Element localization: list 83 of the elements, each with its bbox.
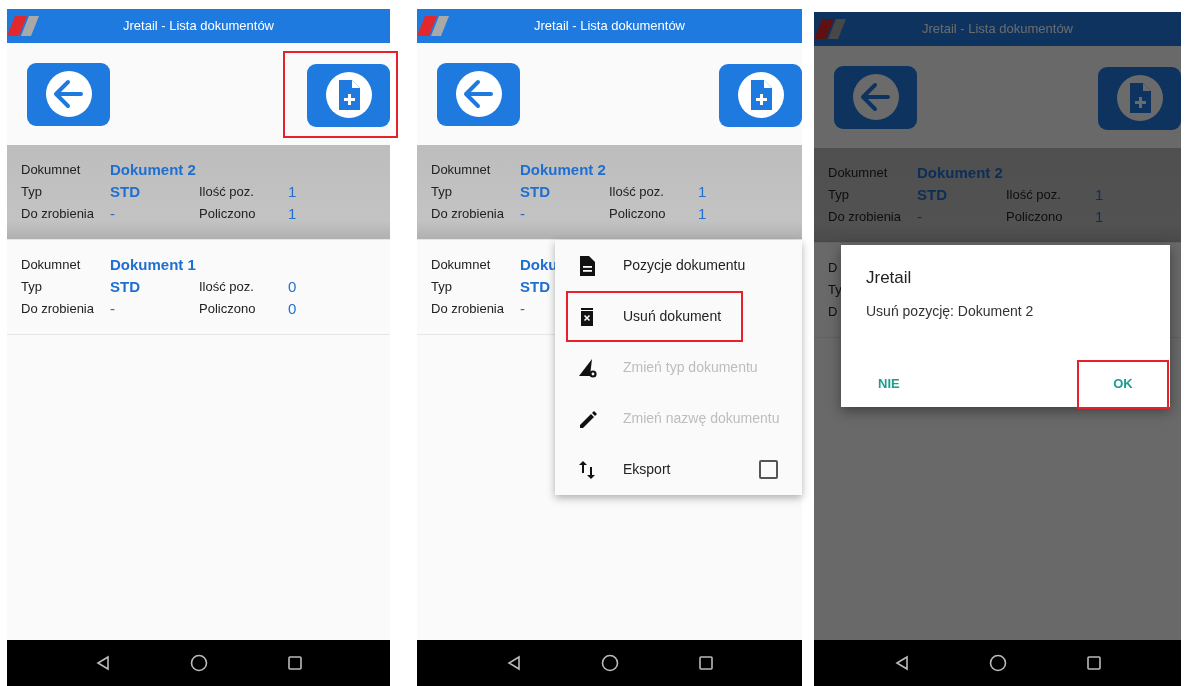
document-type: STD [110, 181, 140, 202]
document-plus-icon [735, 70, 786, 120]
back-triangle-icon [95, 655, 110, 671]
back-button[interactable] [834, 65, 917, 129]
home-circle-icon [189, 654, 208, 672]
field-label: Do zrobienia [21, 205, 94, 224]
document-plus-icon [323, 70, 374, 120]
field-label: Do zrobienia [431, 300, 504, 319]
window-title: Jretail - Lista dokumentów [123, 17, 274, 36]
item-count: 1 [698, 181, 707, 202]
to-do-value: - [110, 203, 115, 224]
field-label: Policzono [609, 205, 666, 224]
back-triangle-icon [506, 655, 521, 671]
checkbox[interactable] [759, 460, 778, 479]
document-name: Doku [520, 254, 558, 275]
field-label: Ty [828, 281, 842, 300]
back-triangle-icon [894, 655, 909, 671]
item-count: 1 [288, 181, 297, 202]
field-label: Policzono [199, 205, 256, 224]
field-label: Typ [21, 278, 42, 297]
counted-value: 1 [698, 203, 707, 224]
add-document-button[interactable] [719, 63, 802, 127]
recents-square-icon [698, 656, 713, 670]
field-label: Typ [21, 183, 42, 202]
dialog-message: Usuń pozycję: Dokument 2 [866, 301, 1035, 321]
item-count: 0 [288, 276, 297, 297]
menu-item-label: Usuń dokument [623, 307, 722, 326]
document-name: Dokument 2 [917, 162, 1003, 183]
to-do-value: - [110, 298, 115, 319]
logo-icon [7, 16, 39, 36]
field-label: Ilość poz. [1006, 186, 1061, 205]
document-name: Dokument 1 [110, 254, 196, 275]
window-title: Jretail - Lista dokumentów [922, 20, 1073, 39]
recents-square-icon [287, 656, 302, 670]
field-label: Typ [431, 183, 452, 202]
document-type: STD [520, 181, 550, 202]
field-label: D [828, 259, 838, 278]
back-button[interactable] [437, 62, 520, 126]
counted-value: 1 [1095, 206, 1104, 227]
field-label: Dokumnet [21, 256, 81, 275]
document-plus-icon [1114, 73, 1165, 123]
home-circle-icon [988, 654, 1007, 672]
field-label: Ilość poz. [199, 278, 254, 297]
field-label: Ilość poz. [609, 183, 664, 202]
field-label: Dokumnet [21, 161, 81, 180]
window-title: Jretail - Lista dokumentów [534, 17, 685, 36]
field-label: Dokumnet [828, 164, 888, 183]
counted-value: 0 [288, 298, 297, 319]
document-type: STD [520, 276, 550, 297]
field-label: Ilość poz. [199, 183, 254, 202]
menu-item[interactable]: Eksport [555, 444, 802, 495]
add-document-button[interactable] [1098, 66, 1181, 130]
field-label: Typ [431, 278, 452, 297]
field-label: Dokumnet [431, 256, 491, 275]
dialog-title: Jretail [866, 267, 913, 289]
field-label: Do zrobienia [431, 205, 504, 224]
document-row[interactable]: Dokumnet Dokument 2 Typ STD Ilość poz. 1 Do zrobienia - Policzono 1 [7, 145, 390, 240]
document-row[interactable]: Dokumnet Dokument 1 Typ STD Ilość poz. 0 Do zrobienia - Policzono 0 [7, 240, 390, 335]
field-label: Do zrobienia [828, 208, 901, 227]
logo-icon [417, 16, 449, 36]
document-name: Dokument 2 [110, 159, 196, 180]
document-row[interactable]: Dokumnet Dokument 2 Typ STD Ilość poz. 1 Do zrobienia - Policzono 1 [417, 145, 802, 240]
document-name: Dokument 2 [520, 159, 606, 180]
menu-item[interactable]: Usuń dokument [555, 291, 802, 342]
recents-square-icon [1086, 656, 1101, 670]
document-type: STD [110, 276, 140, 297]
to-do-value: - [520, 298, 525, 319]
field-label: Policzono [1006, 208, 1063, 227]
to-do-value: - [520, 203, 525, 224]
menu-item[interactable]: Pozycje dokumentu [555, 240, 802, 291]
back-button[interactable] [27, 62, 110, 126]
field-label: Typ [828, 186, 849, 205]
field-label: D [828, 303, 838, 322]
counted-value: 1 [288, 203, 297, 224]
home-circle-icon [600, 654, 619, 672]
to-do-value: - [917, 206, 922, 227]
logo-icon [814, 19, 846, 39]
field-label: Dokumnet [431, 161, 491, 180]
field-label: Do zrobienia [21, 300, 94, 319]
item-count: 1 [1095, 184, 1104, 205]
document-type: STD [917, 184, 947, 205]
add-document-button[interactable] [307, 63, 390, 127]
field-label: Policzono [199, 300, 256, 319]
